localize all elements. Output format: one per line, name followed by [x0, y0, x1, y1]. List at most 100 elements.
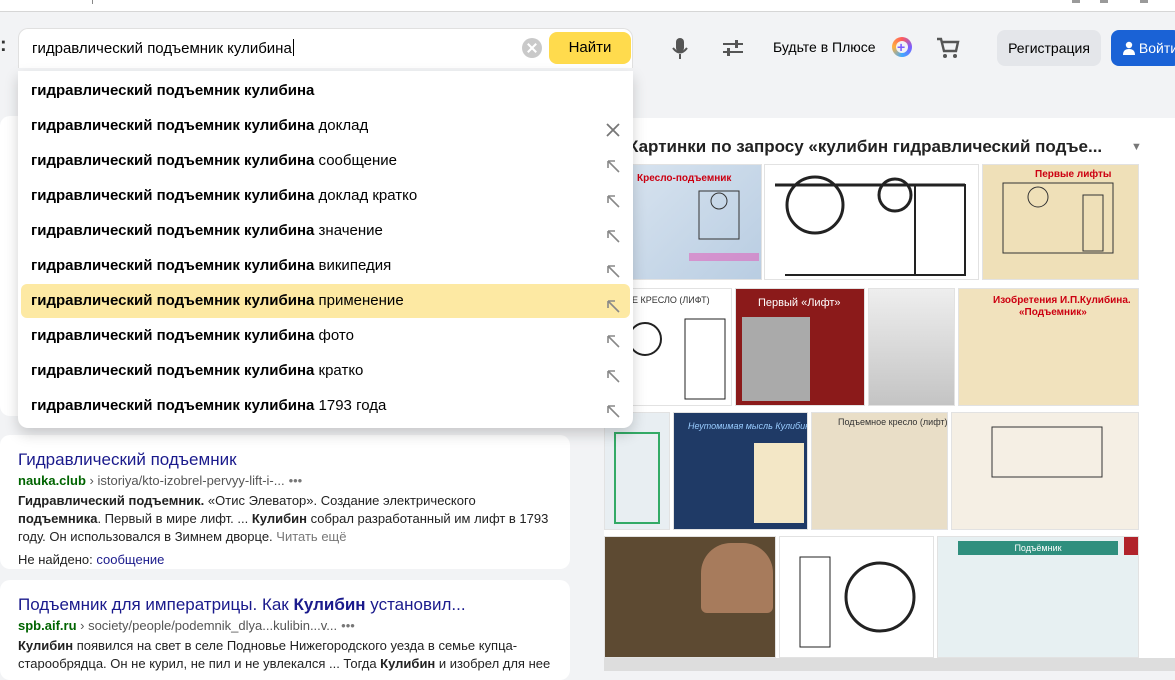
image-thumbnail[interactable]: Кресло-подъемник	[628, 164, 762, 280]
suggestion-rest-text: доклад	[314, 117, 369, 134]
image-thumbnail[interactable]: Подъемное кресло (лифт)	[811, 412, 948, 530]
suggestion-rest-text: википедия	[314, 257, 392, 274]
result-title-link[interactable]: Подъемник для императрицы. Как Кулибин у…	[18, 594, 552, 616]
suggestion-bold-text: гидравлический подъемник кулибина	[31, 117, 315, 134]
search-input-value: гидравлический подъемник кулибина	[32, 40, 292, 57]
suggestion-item[interactable]: гидравлический подъемник кулибина	[21, 74, 630, 108]
image-caption: Подъемное кресло (лифт)	[838, 417, 948, 427]
search-box[interactable]: гидравлический подъемник кулибина Найти	[18, 28, 633, 68]
image-thumbnail[interactable]: Изобретения И.П.Кулибина. «Подъемник»	[958, 288, 1139, 406]
result-domain[interactable]: spb.aif.ru	[18, 618, 77, 633]
logo-fragment: :	[0, 34, 7, 56]
suggestion-item[interactable]: гидравлический подъемник кулибина доклад…	[21, 179, 630, 213]
image-thumbnail[interactable]: Первый «Лифт»	[735, 288, 865, 406]
suggestion-item[interactable]: гидравлический подъемник кулибина значен…	[21, 214, 630, 248]
result-title-link[interactable]: Гидравлический подъемник	[18, 449, 552, 471]
image-thumbnail[interactable]	[951, 412, 1139, 530]
more-options-icon[interactable]: •••	[289, 473, 303, 488]
arrow-up-left-icon[interactable]	[605, 153, 621, 173]
image-thumbnail[interactable]	[604, 536, 776, 658]
suggestion-item[interactable]: гидравлический подъемник кулибина доклад	[21, 109, 630, 143]
bookmark-icon	[1124, 537, 1138, 555]
image-caption: Первый «Лифт»	[758, 297, 841, 309]
microphone-icon[interactable]	[672, 37, 688, 61]
cart-icon[interactable]	[936, 37, 960, 59]
arrow-up-left-icon[interactable]	[605, 398, 621, 418]
plus-promo-link[interactable]: Будьте в Плюсе	[773, 39, 876, 55]
image-content	[742, 317, 810, 401]
machinery-drawing	[799, 556, 916, 648]
image-thumbnail[interactable]: Подъёмник	[937, 536, 1139, 658]
image-thumbnail[interactable]	[764, 164, 979, 280]
images-panel: Картинки по запросу «кулибин гидравличес…	[604, 118, 1175, 671]
search-result: Подъемник для императрицы. Как Кулибин у…	[0, 580, 570, 680]
suggestion-rest-text: фото	[314, 327, 354, 344]
suggestion-bold-text: гидравлический подъемник кулибина	[31, 257, 315, 274]
suggestion-item[interactable]: гидравлический подъемник кулибина фото	[21, 319, 630, 353]
image-caption: «Подъемник»	[1019, 307, 1087, 318]
arrow-up-left-icon[interactable]	[605, 293, 621, 313]
clear-search-icon[interactable]	[522, 38, 542, 58]
suggestion-item[interactable]: гидравлический подъемник кулибина 1793 г…	[21, 389, 630, 423]
image-content	[754, 443, 804, 523]
result-snippet: Гидравлический подъемник. «Отис Элеватор…	[18, 493, 549, 544]
suggestion-bold-text: гидравлический подъемник кулибина	[31, 327, 315, 344]
machinery-drawing	[1002, 182, 1114, 254]
find-button[interactable]: Найти	[549, 32, 631, 64]
machinery-drawing	[689, 190, 759, 261]
arrow-up-left-icon[interactable]	[605, 223, 621, 243]
suggestion-bold-text: гидравлический подъемник кулибина	[31, 187, 315, 204]
arrow-up-left-icon[interactable]	[605, 188, 621, 208]
text-caret	[292, 39, 294, 56]
image-thumbnail[interactable]: Первые лифты	[982, 164, 1139, 280]
suggestion-rest-text: значение	[314, 222, 383, 239]
arrow-up-left-icon[interactable]	[605, 328, 621, 348]
more-options-icon[interactable]: •••	[341, 618, 355, 633]
suggestion-bold-text: гидравлический подъемник кулибина	[31, 292, 315, 309]
image-caption: Изобретения И.П.Кулибина.	[993, 295, 1131, 306]
result-url[interactable]: nauka.club › istoriya/kto-izobrel-pervyy…	[18, 473, 552, 488]
image-caption: Первые лифты	[1035, 169, 1112, 180]
plus-logo-icon[interactable]: +	[892, 37, 912, 57]
image-caption: Неутомимая мысль Кулибина	[688, 421, 808, 431]
chevron-down-icon[interactable]: ▼	[1131, 141, 1142, 153]
read-more-link[interactable]: Читать ещё	[276, 529, 346, 544]
result-domain[interactable]: nauka.club	[18, 473, 86, 488]
window-control[interactable]	[1140, 0, 1148, 3]
not-found-note: Не найдено: сообщение	[18, 552, 552, 567]
suggestion-rest-text: доклад кратко	[314, 187, 418, 204]
arrow-up-left-icon[interactable]	[605, 258, 621, 278]
machinery-drawing	[775, 175, 966, 276]
register-button[interactable]: Регистрация	[997, 30, 1101, 66]
suggestion-rest-text: сообщение	[314, 152, 397, 169]
browser-top-strip	[0, 0, 1175, 12]
image-thumbnail[interactable]: Неутомимая мысль Кулибина	[673, 412, 808, 530]
user-icon	[1123, 41, 1135, 55]
result-url[interactable]: spb.aif.ru › society/people/podemnik_dly…	[18, 618, 552, 633]
image-row-partial	[604, 658, 1175, 671]
suggestion-bold-text: гидравлический подъемник кулибина	[31, 397, 315, 414]
suggestion-rest-text: кратко	[314, 362, 364, 379]
close-icon[interactable]	[605, 117, 621, 137]
search-input[interactable]: гидравлический подъемник кулибина	[32, 39, 294, 57]
not-found-word-link[interactable]: сообщение	[96, 552, 164, 567]
image-thumbnail[interactable]	[604, 412, 670, 530]
suggestion-rest-text: 1793 года	[314, 397, 387, 414]
suggestion-item[interactable]: гидравлический подъемник кулибина википе…	[21, 249, 630, 283]
image-thumbnail[interactable]	[779, 536, 934, 658]
suggestion-item[interactable]: гидравлический подъемник кулибина кратко	[21, 354, 630, 388]
window-control[interactable]	[1072, 0, 1080, 3]
settings-sliders-icon[interactable]	[722, 38, 744, 58]
image-thumbnail[interactable]	[868, 288, 955, 406]
suggestion-bold-text: гидравлический подъемник кулибина	[31, 362, 315, 379]
suggestion-item[interactable]: гидравлический подъемник кулибина примен…	[21, 284, 630, 318]
result-path[interactable]: › society/people/podemnik_dlya...kulibin…	[80, 618, 337, 633]
arrow-up-left-icon[interactable]	[605, 363, 621, 383]
suggestion-rest-text: применение	[314, 292, 404, 309]
suggestion-item[interactable]: гидравлический подъемник кулибина сообще…	[21, 144, 630, 178]
result-path[interactable]: › istoriya/kto-izobrel-pervyy-lift-i-...	[90, 473, 285, 488]
not-found-label: Не найдено:	[18, 552, 93, 567]
images-panel-title[interactable]: Картинки по запросу «кулибин гидравличес…	[628, 137, 1102, 157]
window-control[interactable]	[1100, 0, 1108, 3]
login-button[interactable]: Войти	[1111, 30, 1175, 66]
